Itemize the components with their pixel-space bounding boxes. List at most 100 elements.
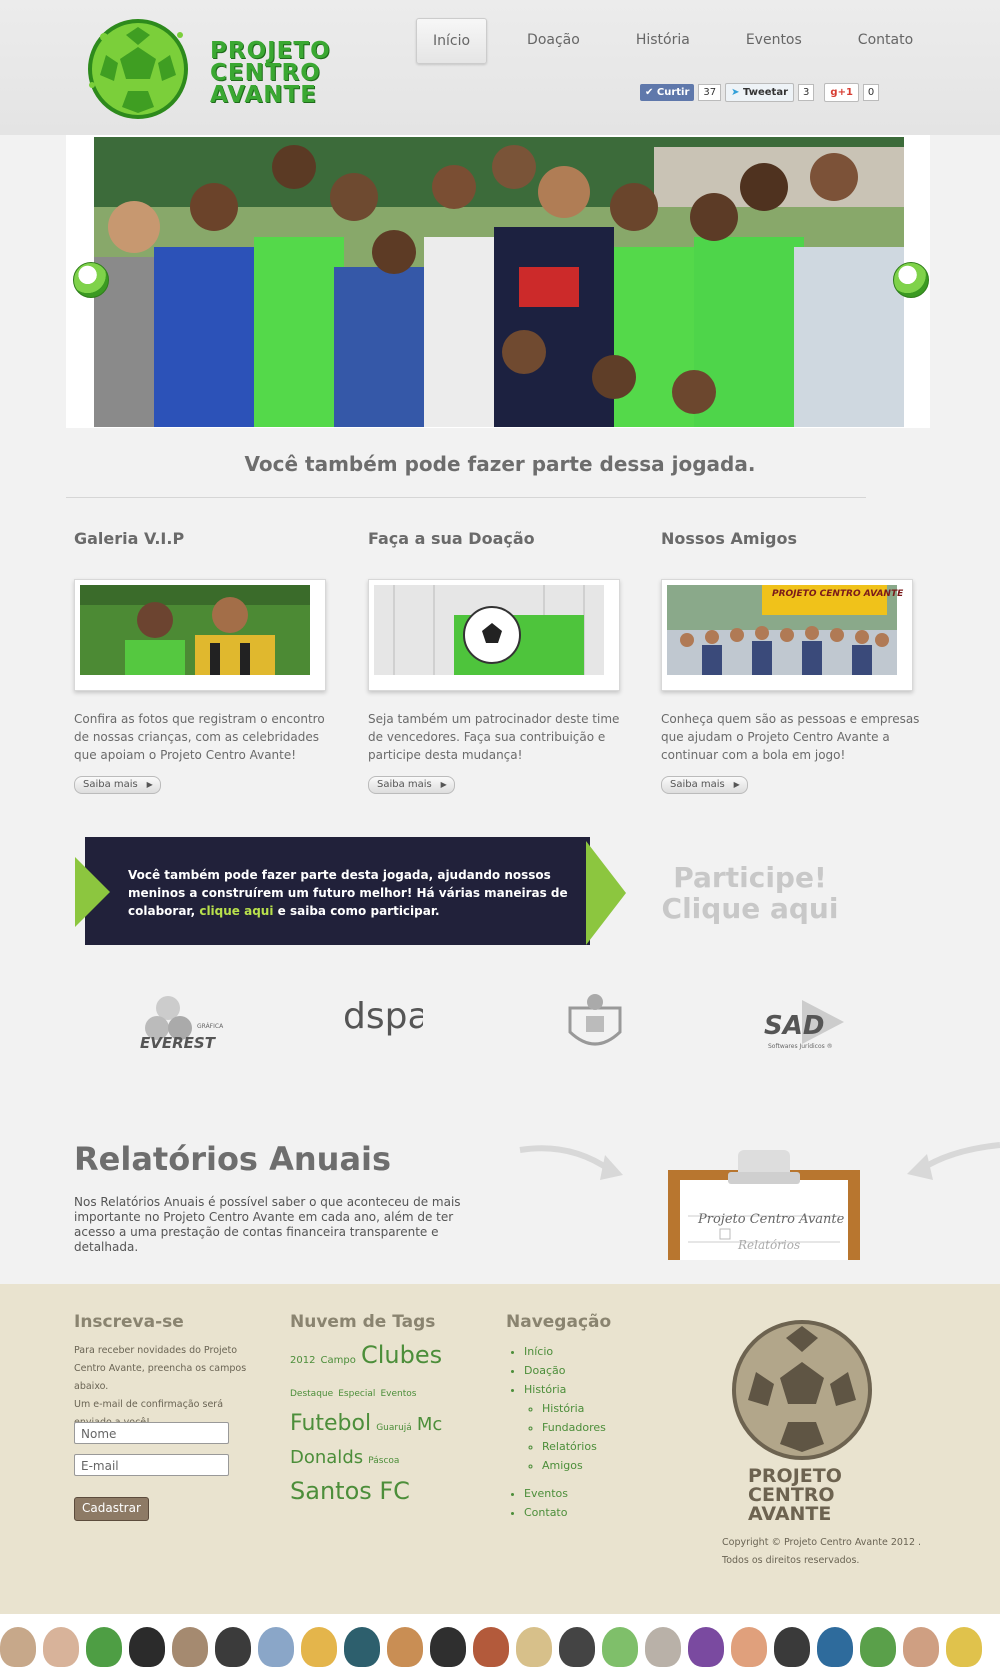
face-illustration (86, 1627, 122, 1667)
facebook-like-label: Curtir (656, 86, 690, 98)
name-input[interactable]: Nome (74, 1422, 229, 1444)
face-illustration (387, 1627, 423, 1667)
subscribe-title: Inscreva-se (74, 1312, 184, 1332)
footer-nav-item[interactable]: História História Fundadores Relatórios … (524, 1380, 606, 1475)
subscribe-button[interactable]: Cadastrar (74, 1497, 149, 1521)
footer-subnav-item[interactable]: Fundadores (542, 1418, 606, 1437)
reports-title: Relatórios Anuais (74, 1140, 392, 1178)
logo-line-1: PROJETO (210, 38, 331, 64)
tweet-button[interactable]: ➤ Tweetar (725, 82, 795, 102)
logo-wordmark[interactable]: PROJETO CENTRO AVANTE (210, 38, 331, 107)
nav-item-historia[interactable]: História (620, 18, 706, 62)
sponsor-crest-logo[interactable] (560, 990, 630, 1060)
subscribe-text-1: Para receber novidades do Projeto Centro… (74, 1345, 247, 1392)
column-title-doacao: Faça a sua Doação (368, 529, 535, 548)
face-illustration (215, 1627, 251, 1667)
copyright-line-1: Copyright © Projeto Centro Avante 2012 . (722, 1537, 922, 1548)
nav-item-eventos[interactable]: Eventos (730, 18, 818, 62)
participate-cta[interactable]: Participe! Clique aqui (650, 862, 850, 924)
chevron-left-icon (75, 857, 110, 927)
amigos-saiba-mais-button[interactable]: Saiba mais ▶ (661, 776, 748, 794)
footer-nav-2: Eventos Contato (506, 1484, 568, 1522)
column-title-galeria: Galeria V.I.P (74, 529, 185, 548)
nav-item-doacao[interactable]: Doação (511, 18, 596, 62)
amigos-banner-text: PROJETO CENTRO AVANTE (772, 589, 904, 599)
footer-nav-item[interactable]: Doação (524, 1361, 606, 1380)
footer-nav-title: Navegação (506, 1312, 612, 1332)
face-illustration (817, 1627, 853, 1667)
reports-description: Nos Relatórios Anuais é possível saber o… (74, 1195, 461, 1254)
tag-link[interactable]: Clubes (361, 1341, 442, 1369)
tag-link[interactable]: Páscoa (368, 1456, 399, 1466)
facebook-like-button[interactable]: ✔ Curtir (640, 83, 695, 101)
tag-link[interactable]: Eventos (380, 1389, 416, 1399)
galeria-description: Confira as fotos que registram o encontr… (74, 712, 325, 762)
participate-cta-line2: Clique aqui (661, 892, 839, 925)
google-plus-label: +1 (837, 86, 853, 98)
everest-sub: GRÁFICA (197, 1023, 224, 1030)
google-plus-icon: g (830, 86, 838, 98)
amigos-thumbnail[interactable]: PROJETO CENTRO AVANTE (661, 579, 913, 691)
doacao-description: Seja também um patrocinador deste time d… (368, 712, 620, 762)
sponsor-sad-logo[interactable]: SAD Softwares Jurídicos ® (762, 990, 862, 1060)
tags-title: Nuvem de Tags (290, 1312, 436, 1332)
copyright: Copyright © Projeto Centro Avante 2012 .… (722, 1534, 922, 1570)
nav-item-contato[interactable]: Contato (842, 18, 929, 62)
face-illustration (903, 1627, 939, 1667)
tag-link[interactable]: Especial (338, 1389, 375, 1399)
arrow-left-decor-icon (905, 1140, 1000, 1194)
sponsor-dspa-logo[interactable]: dspa (343, 990, 430, 1060)
nav-item-inicio[interactable]: Início (416, 18, 488, 64)
footer-nav-item[interactable]: Eventos (524, 1484, 568, 1503)
tag-link[interactable]: Guarujá (376, 1423, 412, 1433)
tag-link[interactable]: Campo (321, 1355, 356, 1366)
face-illustration (946, 1627, 982, 1667)
tag-link[interactable]: Santos FC (290, 1477, 410, 1505)
face-illustration (860, 1627, 896, 1667)
banner-text: Você também pode fazer parte desta jogad… (128, 866, 568, 920)
tag-link[interactable]: Destaque (290, 1389, 333, 1399)
tag-cloud: 2012 Campo Clubes Destaque Especial Even… (290, 1340, 465, 1509)
footer-nav-item[interactable]: Contato (524, 1503, 568, 1522)
footer-subnav: História Fundadores Relatórios Amigos (524, 1399, 606, 1475)
footer-logo-line-3: AVANTE (748, 1503, 831, 1522)
face-illustration (602, 1627, 638, 1667)
reports-clipboard[interactable]: Projeto Centro Avante Relatórios (668, 1150, 860, 1260)
google-plus-button[interactable]: g+1 (824, 82, 859, 102)
twitter-bird-icon: ➤ (731, 86, 740, 98)
footer-nav-item[interactable]: Início (524, 1342, 606, 1361)
face-illustration (473, 1627, 509, 1667)
sponsor-everest-logo[interactable]: GRÁFICA EVEREST (135, 990, 265, 1060)
footer-logo[interactable]: PROJETO CENTRO AVANTE (726, 1312, 876, 1525)
tag-link[interactable]: Futebol (290, 1411, 371, 1436)
footer-subnav-item[interactable]: Amigos (542, 1456, 606, 1475)
tag-link[interactable]: 2012 (290, 1355, 315, 1366)
face-illustration (430, 1627, 466, 1667)
footer-subnav-item[interactable]: História (542, 1399, 606, 1418)
face-illustration (0, 1627, 36, 1667)
chevron-right-icon (586, 841, 626, 945)
main-nav: Início Doação História Eventos Contato (416, 18, 953, 64)
face-illustration (344, 1627, 380, 1667)
face-illustration (731, 1627, 767, 1667)
facebook-like-count: 37 (698, 83, 722, 101)
galeria-saiba-mais-label: Saiba mais (83, 779, 138, 790)
footer-subnav-item[interactable]: Relatórios (542, 1437, 606, 1456)
column-title-amigos: Nossos Amigos (661, 529, 798, 548)
face-illustration (516, 1627, 552, 1667)
galeria-saiba-mais-button[interactable]: Saiba mais ▶ (74, 776, 161, 794)
email-input[interactable]: E-mail (74, 1454, 229, 1476)
banner-link[interactable]: clique aqui (199, 904, 273, 918)
arrow-right-icon: ▶ (146, 780, 153, 789)
face-illustration (688, 1627, 724, 1667)
clipboard-title: Projeto Centro Avante (698, 1212, 845, 1227)
doacao-saiba-mais-button[interactable]: Saiba mais ▶ (368, 776, 455, 794)
slider-prev-ball-icon[interactable] (73, 262, 109, 298)
galeria-thumbnail[interactable] (74, 579, 326, 691)
slider-next-ball-icon[interactable] (893, 262, 929, 298)
face-illustration (301, 1627, 337, 1667)
arrow-right-icon: ▶ (733, 780, 740, 789)
logo-soccer-ball-icon[interactable] (84, 15, 192, 123)
everest-name: EVEREST (140, 1034, 217, 1052)
doacao-thumbnail[interactable] (368, 579, 620, 691)
